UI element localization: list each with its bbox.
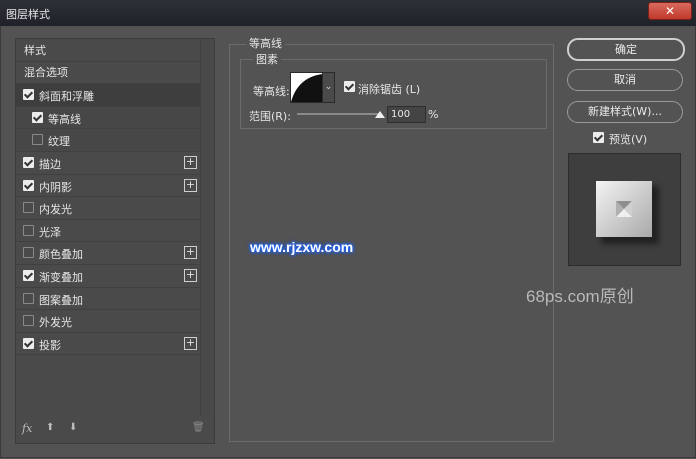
anti-alias-label: 消除锯齿 (L) [358,83,421,96]
cancel-button[interactable]: 取消 [567,69,683,91]
style-item-label: 等高线 [48,112,81,126]
anti-alias-checkbox[interactable] [344,81,355,92]
contour-label: 等高线: [253,85,290,98]
style-item[interactable]: 斜面和浮雕 [16,84,200,107]
range-slider[interactable] [297,113,381,115]
preview-bevel-icon [616,201,632,217]
style-item[interactable]: 投影 + [16,333,200,356]
range-input[interactable]: 100 [387,106,426,123]
add-instance-icon[interactable]: + [184,155,197,169]
style-item-label: 外发光 [39,316,72,330]
title-bar: 图层样式 ✕ [0,0,696,26]
style-item[interactable]: 外发光 [16,310,200,333]
style-item-label: 样式 [24,43,46,57]
style-checkbox[interactable] [32,134,43,146]
preview-checkbox[interactable] [593,132,604,143]
elements-title: 图素 [253,51,281,67]
style-preview [568,153,681,266]
section-title: 等高线 [246,35,285,51]
style-item-label: 光泽 [39,225,61,239]
style-item[interactable]: 等高线 [16,106,200,130]
style-item-label: 斜面和浮雕 [39,90,94,104]
style-checkbox[interactable] [23,202,34,214]
style-item-label: 混合选项 [24,66,68,80]
style-item[interactable]: 纹理 [16,129,200,152]
style-item-label: 描边 [39,157,61,171]
style-item[interactable]: 样式 [16,39,200,62]
style-item[interactable]: 渐变叠加 + [16,265,200,288]
new-style-button[interactable]: 新建样式(W)... [567,101,683,123]
style-checkbox[interactable] [23,179,34,191]
watermark-rjzxw: www.rjzxw.com [250,239,354,255]
style-item[interactable]: 图案叠加 [16,288,200,311]
style-item[interactable]: 颜色叠加 + [16,242,200,265]
watermark-68ps: 68ps.com原创 [526,287,634,306]
range-slider-handle[interactable] [375,111,385,118]
style-checkbox[interactable] [23,224,34,236]
style-item-label: 颜色叠加 [39,248,83,262]
style-checkbox[interactable] [23,292,34,304]
fx-icon[interactable]: fx [22,422,32,435]
style-checkbox[interactable] [32,111,43,123]
style-checkbox[interactable] [23,315,34,327]
style-item-label: 投影 [39,338,61,352]
add-instance-icon[interactable]: + [184,246,197,260]
move-down-icon[interactable]: ⬇ [69,422,77,433]
style-checkbox[interactable] [23,269,34,281]
window-title: 图层样式 [6,8,50,21]
range-label: 范围(R): [249,110,291,123]
style-item-label: 图案叠加 [39,293,83,307]
style-item[interactable]: 光泽 [16,220,200,243]
trash-icon[interactable]: 🗑 [192,422,205,433]
styles-scrollbar[interactable] [200,40,213,416]
styles-toolbar: fx ⬆ ⬇ 🗑 [16,420,212,440]
style-item-label: 内发光 [39,203,72,217]
style-checkbox[interactable] [23,337,34,349]
styles-list: 样式混合选项斜面和浮雕等高线纹理描边 + 内阴影 + 内发光光泽颜色叠加 + 渐变叠加 + 图案… [16,39,200,356]
add-instance-icon[interactable]: + [184,268,197,282]
preview-label: 预览(V) [609,133,648,146]
add-instance-icon[interactable]: + [184,336,197,350]
preview-tile [596,181,652,237]
range-unit: % [428,108,439,121]
ok-button[interactable]: 确定 [567,38,685,61]
close-button[interactable]: ✕ [648,2,692,20]
style-checkbox[interactable] [23,156,34,168]
style-item[interactable]: 内发光 [16,197,200,220]
style-item-label: 内阴影 [39,180,72,194]
style-item[interactable]: 描边 + [16,152,200,175]
move-up-icon[interactable]: ⬆ [46,422,54,433]
style-item-label: 渐变叠加 [39,270,83,284]
add-instance-icon[interactable]: + [184,178,197,192]
style-checkbox[interactable] [23,89,34,101]
style-item-label: 纹理 [48,135,70,149]
style-item[interactable]: 混合选项 [16,62,200,85]
contour-curve-icon [291,74,323,102]
contour-preview[interactable] [290,72,324,103]
contour-dropdown-button[interactable]: ⌄ [322,72,335,103]
style-checkbox[interactable] [23,247,34,259]
style-item[interactable]: 内阴影 + [16,175,200,198]
